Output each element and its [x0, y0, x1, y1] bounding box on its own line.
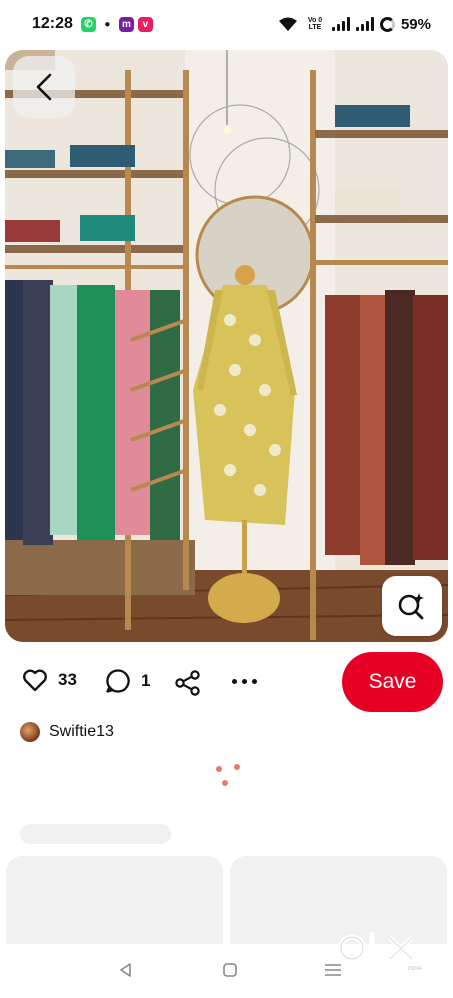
save-button[interactable]: Save: [342, 652, 443, 712]
more-dot-icon: [252, 679, 257, 684]
share-icon: [175, 670, 200, 696]
creator-row[interactable]: Swiftie13: [20, 722, 114, 742]
network-type: Vo 0 LTE: [307, 17, 323, 31]
battery-icon: [379, 16, 395, 32]
avatar[interactable]: [20, 722, 40, 742]
battery-percent: 59%: [400, 15, 431, 33]
signal-2-icon: [355, 17, 374, 31]
wifi-icon: [278, 17, 297, 31]
chat-bubble-icon: ●: [99, 16, 115, 32]
olx-watermark-sub: INDIA: [408, 966, 422, 972]
pin-image[interactable]: [5, 50, 448, 642]
loading-dot: [222, 780, 228, 786]
loading-spinner: [214, 762, 244, 792]
more-dot-icon: [232, 679, 237, 684]
loading-dot: [234, 764, 240, 770]
comment-count: 1: [141, 671, 151, 690]
olx-logo-icon: INDIA: [338, 932, 422, 972]
olx-watermark: INDIA: [338, 926, 424, 977]
app-v-icon: v: [137, 16, 153, 32]
creator-name[interactable]: Swiftie13: [49, 723, 114, 741]
comment-icon: [106, 669, 130, 693]
pin-action-bar: 33 1 Save: [0, 650, 453, 716]
notification-icons: ✆ ● m v: [80, 16, 153, 32]
more-dot-icon: [242, 679, 247, 684]
share-button[interactable]: [174, 670, 202, 701]
meesho-icon: m: [118, 16, 134, 32]
signal-1-icon: [331, 17, 350, 31]
loading-dot: [216, 766, 222, 772]
whatsapp-icon: ✆: [80, 16, 96, 32]
skeleton-card: [6, 856, 223, 956]
visual-search-icon: [398, 593, 424, 620]
nav-home-icon[interactable]: [222, 962, 238, 978]
chevron-left-icon: [36, 73, 52, 101]
like-count: 33: [58, 670, 77, 689]
status-indicators: Vo 0 LTE 59%: [278, 16, 431, 33]
more-options-button[interactable]: [232, 679, 257, 684]
store-interior-image: [5, 50, 448, 642]
comment-button[interactable]: 1: [105, 668, 150, 694]
visual-search-button[interactable]: [382, 576, 442, 636]
like-button[interactable]: 33: [22, 668, 77, 692]
back-button[interactable]: [13, 56, 75, 118]
skeleton-title: [20, 824, 171, 844]
nav-back-icon[interactable]: [118, 962, 134, 978]
status-bar: 12:28 ✆ ● m v Vo 0 LTE 59%: [0, 0, 453, 48]
heart-icon: [23, 669, 47, 692]
status-time: 12:28: [32, 15, 73, 32]
